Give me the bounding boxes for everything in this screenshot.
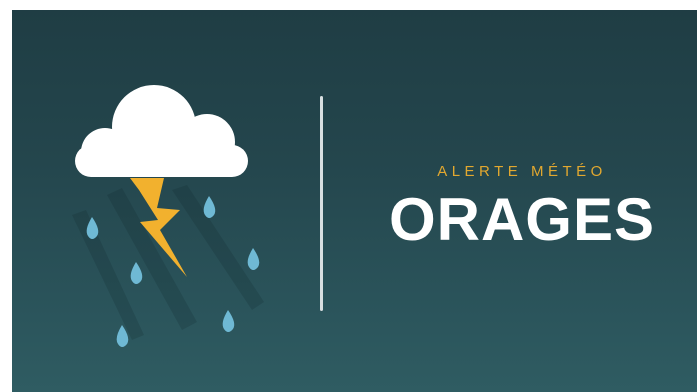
raindrop-icon [203, 196, 216, 218]
storm-illustration [72, 85, 264, 347]
image-frame: ALERTE MÉTÉO ORAGES [0, 0, 697, 392]
raindrop-icon [222, 310, 235, 332]
raindrop-icon [130, 262, 143, 284]
raindrop-icon [247, 248, 260, 270]
alert-title: ORAGES [388, 186, 656, 253]
alert-subtitle: ALERTE MÉTÉO [437, 163, 607, 180]
weather-alert-banner: ALERTE MÉTÉO ORAGES [12, 10, 697, 392]
rain-streaks [72, 185, 264, 340]
vertical-divider [320, 96, 323, 311]
cloud-icon [75, 85, 248, 177]
